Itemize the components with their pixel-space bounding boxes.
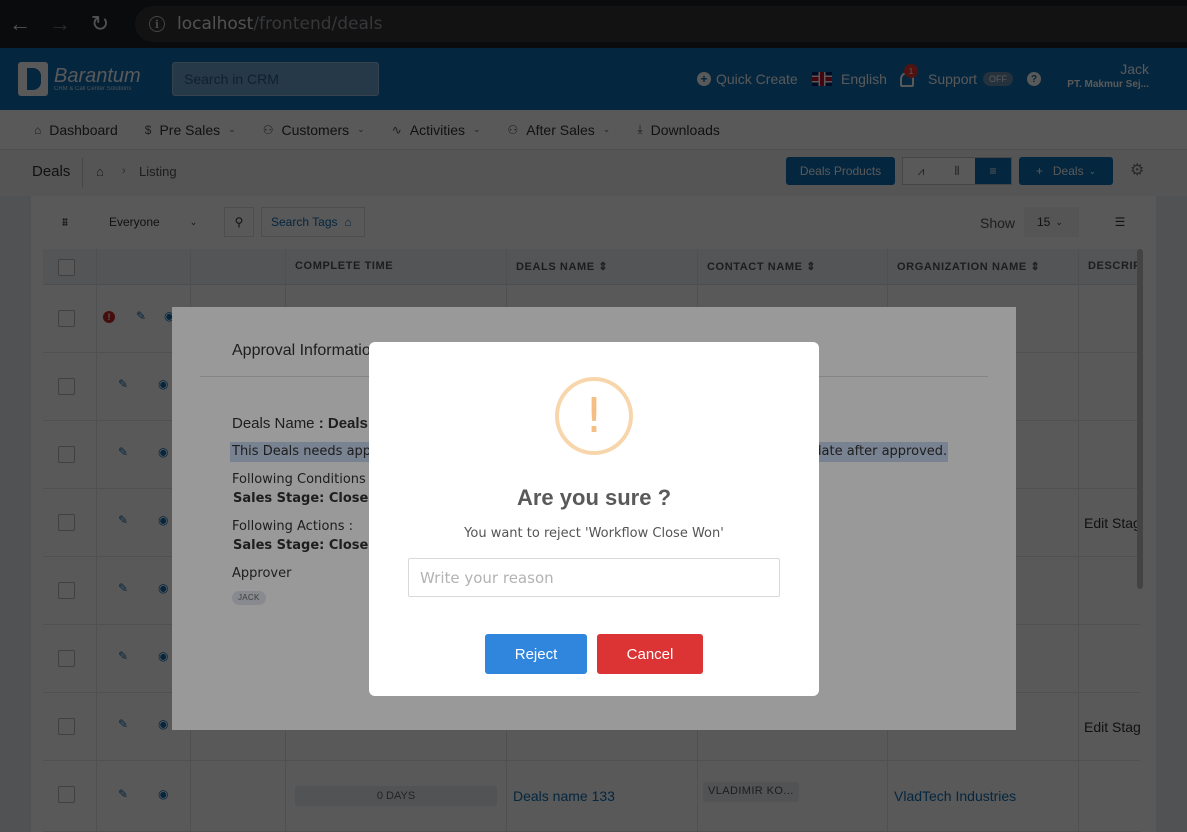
cancel-button[interactable]: Cancel bbox=[597, 634, 703, 674]
confirm-reject-dialog: ! Are you sure ? You want to reject 'Wor… bbox=[369, 342, 819, 696]
dialog-message: You want to reject 'Workflow Close Won' bbox=[464, 526, 724, 541]
warning-icon: ! bbox=[555, 377, 633, 455]
reason-input[interactable] bbox=[408, 558, 780, 597]
reject-button[interactable]: Reject bbox=[485, 634, 587, 674]
dialog-title: Are you sure ? bbox=[516, 485, 672, 510]
